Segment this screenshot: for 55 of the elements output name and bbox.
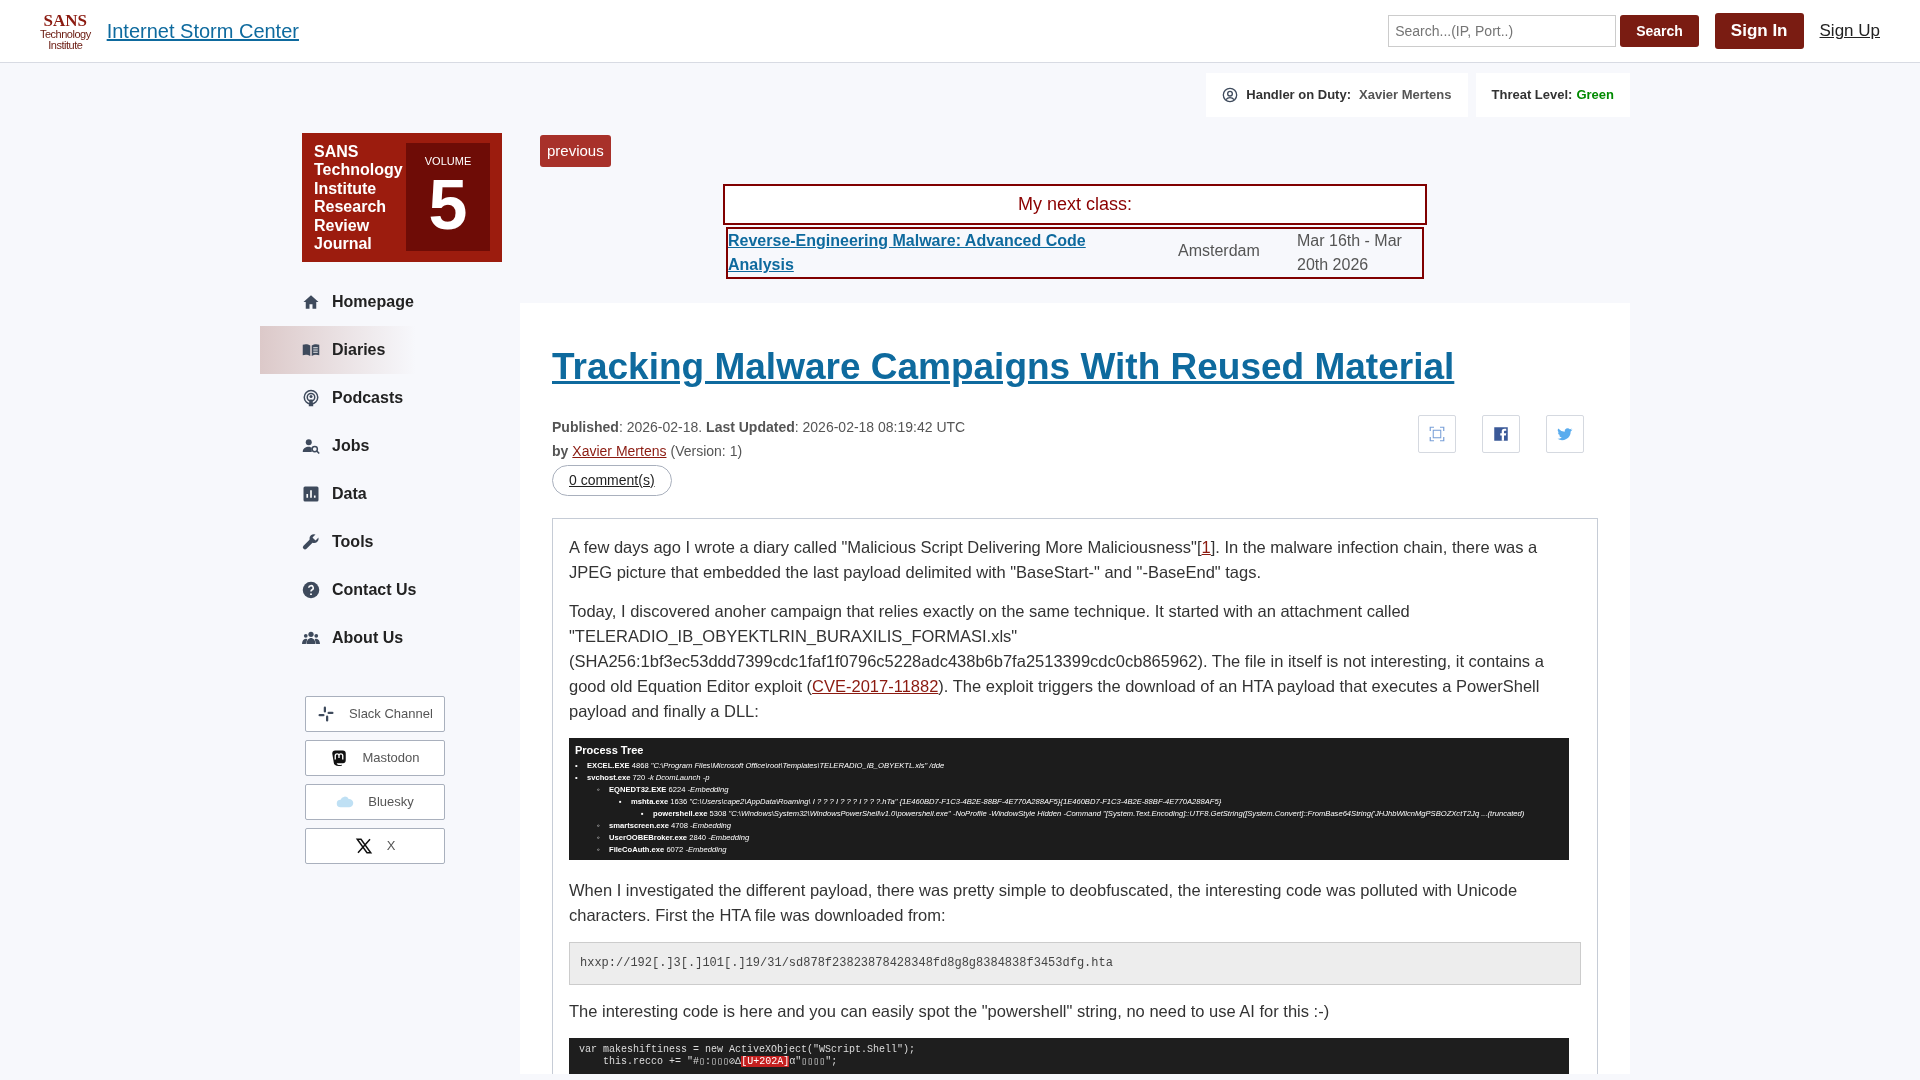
sidebar-item[interactable]: Homepage (260, 278, 520, 326)
threat-level-value: Green (1576, 86, 1614, 104)
mastodon-icon (330, 749, 349, 767)
social-button[interactable]: Mastodon (305, 740, 445, 776)
social-button[interactable]: X (305, 828, 445, 864)
sidebar-item[interactable]: Podcasts (260, 374, 520, 422)
comments-button[interactable]: 0 comment(s) (552, 464, 672, 496)
sidebar-item[interactable]: About Us (260, 614, 520, 662)
paragraph: Today, I discovered anoher campaign that relies exactly on the same technique. It started with an attachment called "TELERADIO_IB_OBYEKTLRIN_BURAXILIS_FORMASI.xls" (SHA256:1bf3ec53ddd7399cdc1faf1f0796c5228adc438b6b7fa2513399cdc0cb865962). The file in itself is not interesting, it contains a good old Equation Editor exploit (CVE-2017-11882). The exploit triggers the download of an HTA payload that executes a PowerShell payload and finally a DLL: (569, 600, 1545, 722)
code-block: var makeshiftiness = new ActiveXObject("WScript.Shell"); this.recco += "#▯:▯▯▯⊘∆[U+202A]α"▯▯▯▯"; (569, 1037, 1569, 1074)
sign-up-link[interactable]: Sign Up (1819, 18, 1880, 44)
handler-label: Handler on Duty: (1246, 86, 1351, 104)
journal-title: SANS Technology Institute Research Review Journal (314, 143, 403, 252)
course-link[interactable]: Reverse-Engineering Malware: Advanced Code Analysis (728, 229, 1128, 277)
bar-chart-icon (302, 485, 320, 503)
byline-label: by (552, 441, 569, 461)
paragraph: The interesting code is here and you can easily spot the "powershell" string, no need to use AI for this :-) (569, 1000, 1331, 1022)
author-link[interactable]: Xavier Mertens (572, 438, 667, 463)
article-title-link[interactable]: Tracking Malware Campaigns With Reused Material (552, 339, 1455, 395)
sidebar-item[interactable]: Data (260, 470, 520, 518)
people-icon (302, 629, 320, 647)
x-logo-icon (354, 837, 373, 855)
social-button[interactable]: Slack Channel (305, 696, 445, 732)
user-circle-icon (1222, 86, 1239, 103)
facebook-icon (1492, 424, 1510, 443)
volume-badge: VOLUME 5 (406, 143, 490, 251)
share-button[interactable] (1482, 414, 1520, 453)
paragraph: A few days ago I wrote a diary called "Malicious Script Delivering More Maliciousness"[1]. In the malware infection chain, there was a JPEG picture that embedded the last payload delimited with "BaseStart-" and "-BaseEnd" tags. (569, 536, 1539, 583)
podcast-icon (302, 389, 320, 407)
previous-button[interactable]: previous (540, 134, 611, 167)
class-dates: Mar 16th - Mar 20th 2026 (1296, 231, 1403, 275)
next-class-heading: My next class: (723, 184, 1427, 225)
sidebar-item[interactable]: Jobs (260, 422, 520, 470)
sign-in-button[interactable]: Sign In (1714, 13, 1804, 49)
threat-level-label: Threat Level: (1491, 86, 1573, 104)
question-icon (302, 581, 320, 599)
house-icon (302, 293, 320, 311)
publish-info: Published: 2026-02-18. Last Updated: 2026-02-18 08:19:42 UTC (552, 417, 966, 437)
code-snippet: hxxp://192[.]3[.]101[.]19/31/sd878f23823878428348fd8g8g8384838f3453dfg.hta (569, 941, 1581, 985)
search-button[interactable]: Search (1620, 15, 1699, 47)
book-icon (302, 341, 320, 359)
wrench-icon (302, 533, 320, 551)
paragraph: When I investigated the different payload, there was pretty simple to deobfuscated, the interesting code was polluted with Unicode characters. First the HTA file was downloaded from: (569, 879, 1519, 926)
sidebar-item[interactable]: Tools (260, 518, 520, 566)
search-field[interactable]: Search...(IP, Port..) (1388, 15, 1617, 47)
class-location: Amsterdam (1177, 241, 1261, 261)
handler-name: Xavier Mertens (1359, 86, 1452, 104)
social-button[interactable]: Bluesky (305, 784, 445, 820)
site-title-link[interactable]: Internet Storm Center (106, 16, 299, 46)
journal-banner[interactable]: SANS Technology Institute Research Review Journal VOLUME 5 (302, 133, 502, 262)
person-search-icon (302, 437, 320, 455)
sidebar-item[interactable]: Contact Us (260, 566, 520, 614)
version-text: (Version: 1) (670, 441, 743, 461)
sans-logo[interactable]: SANS Technology Institute (40, 11, 91, 51)
frame-icon (1428, 424, 1446, 443)
